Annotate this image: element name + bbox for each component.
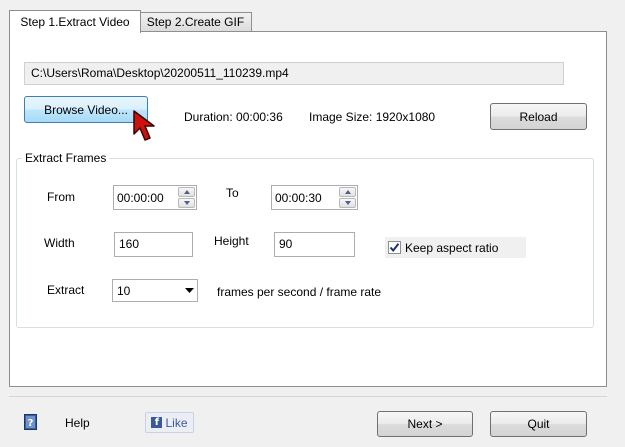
extract-rate-value[interactable]: 10 (113, 284, 181, 298)
extract-rate-select[interactable]: 10 (112, 279, 198, 302)
app-window: Step 1.Extract Video Step 2.Create GIF C… (0, 0, 625, 447)
file-path-field[interactable]: C:\Users\Roma\Desktop\20200511_110239.mp… (24, 62, 564, 85)
from-time-value[interactable]: 00:00:00 (114, 191, 178, 205)
keep-aspect-ratio-checkbox[interactable]: Keep aspect ratio (385, 237, 526, 258)
svg-text:?: ? (28, 418, 34, 429)
like-label: Like (165, 415, 188, 430)
help-link[interactable]: Help (65, 416, 90, 430)
quit-button[interactable]: Quit (490, 411, 587, 437)
browse-video-button[interactable]: Browse Video... (24, 96, 148, 123)
next-button[interactable]: Next > (377, 411, 473, 437)
from-label: From (47, 190, 75, 204)
height-field[interactable]: 90 (274, 232, 355, 257)
checkmark-icon[interactable] (388, 241, 401, 254)
to-time-value[interactable]: 00:00:30 (272, 191, 339, 205)
chevron-down-icon[interactable] (181, 287, 197, 294)
to-time-spinner[interactable]: 00:00:30 (271, 185, 358, 210)
image-size-label: Image Size: 1920x1080 (309, 110, 436, 124)
frame-rate-description: frames per second / frame rate (217, 285, 382, 299)
from-time-spinner[interactable]: 00:00:00 (113, 185, 197, 210)
extract-label: Extract (47, 283, 85, 297)
width-label: Width (44, 236, 75, 250)
width-field[interactable]: 160 (114, 232, 193, 257)
tab-create-gif[interactable]: Step 2.Create GIF (140, 12, 252, 32)
from-down-arrow-icon[interactable] (178, 198, 195, 208)
to-down-arrow-icon[interactable] (339, 198, 356, 208)
help-book-icon[interactable]: ? (24, 414, 37, 433)
to-label: To (226, 186, 239, 200)
facebook-like-button[interactable]: f Like (145, 412, 194, 433)
from-up-arrow-icon[interactable] (178, 187, 195, 197)
mouse-pointer-icon (132, 110, 160, 149)
to-up-arrow-icon[interactable] (339, 187, 356, 197)
keep-aspect-ratio-label: Keep aspect ratio (405, 240, 499, 255)
reload-button[interactable]: Reload (490, 103, 587, 130)
extract-frames-title: Extract Frames (22, 151, 110, 165)
facebook-icon: f (151, 417, 163, 428)
footer-divider (9, 396, 607, 397)
duration-label: Duration: 00:00:36 (184, 110, 283, 124)
height-label: Height (214, 234, 249, 248)
tab-extract-video[interactable]: Step 1.Extract Video (9, 10, 141, 33)
